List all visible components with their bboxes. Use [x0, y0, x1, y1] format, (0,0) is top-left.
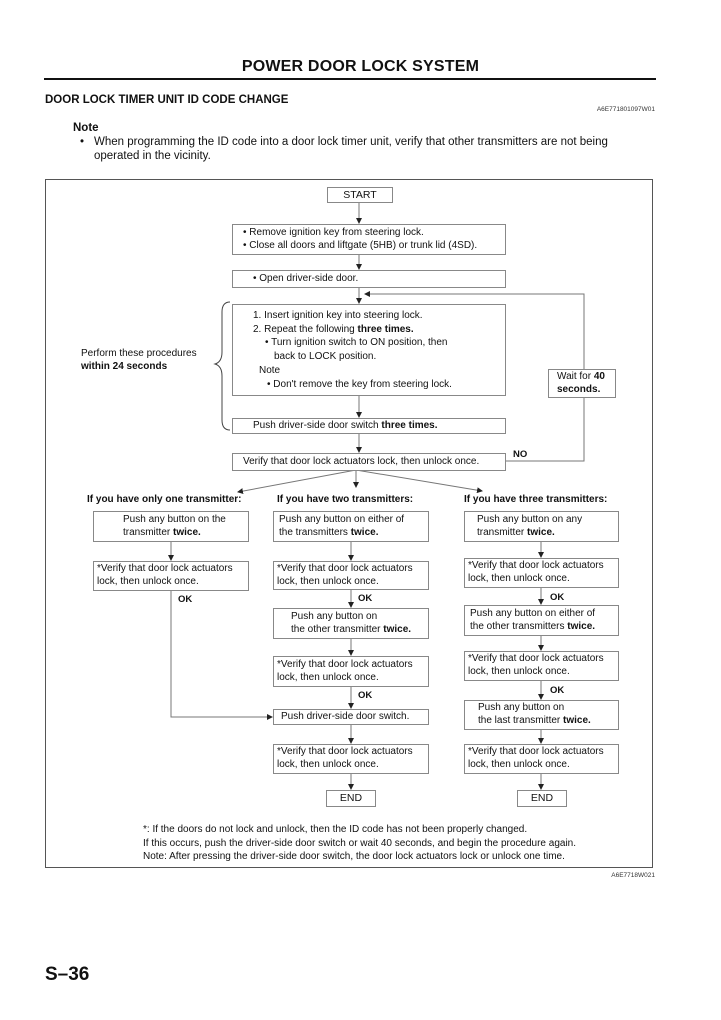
arrow-branch-three	[355, 469, 483, 494]
c2-verify2-line1: *Verify that door lock actuators	[277, 659, 413, 670]
step-turn-ignition-line: • Turn ignition switch to ON position, t…	[265, 337, 448, 348]
c1-ok-label: OK	[178, 594, 193, 605]
step-remove-key-line2: • Close all doors and liftgate (5HB) or …	[243, 239, 478, 251]
c3-push3-line2: the last transmitter	[478, 714, 564, 726]
c1-push-bold: twice.	[173, 526, 201, 538]
step-open-door-label: • Open driver-side door.	[253, 273, 359, 284]
column-heading-two-transmitters: If you have two transmitters:	[277, 494, 414, 505]
c3-verify-box-3: *Verify that door lock actuators lock, t…	[464, 744, 619, 774]
c2-push2-line2: the other transmitter	[291, 623, 384, 635]
c3-verify1-line1: *Verify that door lock actuators	[468, 560, 604, 571]
c3-end-label: END	[530, 792, 554, 804]
step-repeat-bold: three times.	[357, 323, 414, 335]
c3-push2-bold: twice.	[567, 620, 596, 632]
step-push-three-bold: three times.	[381, 420, 438, 431]
bracket-note-line1: Perform these procedures	[81, 348, 197, 359]
c3-verify-box-1: *Verify that door lock actuators lock, t…	[464, 558, 619, 588]
c3-push-other-box: Push any button on either of the other t…	[464, 605, 619, 636]
step-repeat-line: 2. Repeat the following three times.	[253, 323, 505, 337]
footnote-line3: Note: After pressing the driver-side doo…	[143, 851, 565, 862]
c3-push-line1: Push any button on any	[477, 514, 583, 525]
wait-text: Wait for	[557, 371, 594, 382]
bracket-note: Perform these procedures within 24 secon…	[81, 348, 197, 373]
step-remove-key-line1: • Remove ignition key from steering lock…	[243, 227, 424, 238]
c3-verify2-line1: *Verify that door lock actuators	[468, 653, 604, 664]
c2-verify-box-2: *Verify that door lock actuators lock, t…	[273, 656, 429, 687]
c1-verify-box: *Verify that door lock actuators lock, t…	[93, 561, 249, 591]
c3-push-bold: twice.	[527, 526, 555, 538]
step-remove-key-box: • Remove ignition key from steering lock…	[232, 224, 506, 255]
arrow-branch-one	[237, 469, 357, 495]
c2-verify3-line1: *Verify that door lock actuators	[277, 746, 413, 757]
c3-verify1-line2: lock, then unlock once.	[468, 572, 570, 584]
c3-ok-label-2: OK	[550, 685, 565, 696]
footnote-line2: If this occurs, push the driver-side doo…	[143, 837, 577, 849]
step-repeat-text: 2. Repeat the following	[253, 323, 358, 335]
start-box: START	[327, 187, 393, 203]
c2-verify2-line2: lock, then unlock once.	[277, 671, 379, 683]
step-note-label: Note	[259, 365, 281, 376]
c3-push-line2: transmitter	[477, 526, 528, 538]
wait-seconds-value: 40	[593, 371, 605, 382]
verify-main-label: Verify that door lock actuators lock, th…	[243, 456, 480, 467]
step-open-door-box: • Open driver-side door.	[232, 270, 506, 288]
c1-verify-line1: *Verify that door lock actuators	[97, 563, 233, 574]
footnote-line1: *: If the doors do not lock and unlock, …	[143, 824, 528, 835]
column-heading-three-transmitters: If you have three transmitters:	[464, 494, 608, 505]
step-push-three-times-box: Push driver-side door switch three times…	[232, 418, 506, 434]
c1-push-button-box: Push any button on the transmitter twice…	[93, 511, 249, 542]
c2-push-door-switch-box: Push driver-side door switch.	[273, 709, 429, 725]
c3-push2-line2: the other transmitters	[470, 620, 568, 632]
step-push-three-text: Push driver-side door switch	[253, 420, 382, 431]
c2-push-button-box: Push any button on either of the transmi…	[273, 511, 429, 542]
no-label: NO	[513, 449, 528, 460]
c2-push-line1: Push any button on either of	[279, 514, 405, 525]
bracket-note-line2: within 24 seconds	[81, 360, 168, 372]
c2-verify-box-1: *Verify that door lock actuators lock, t…	[273, 561, 429, 590]
flowchart-connectors	[168, 202, 585, 790]
c1-push-line2: transmitter	[123, 526, 174, 538]
c3-verify3-line1: *Verify that door lock actuators	[468, 746, 604, 757]
step-insert-key-box: 1. Insert ignition key into steering loc…	[232, 304, 506, 396]
c2-verify3-line2: lock, then unlock once.	[277, 758, 379, 770]
c2-ok-label-2: OK	[358, 690, 373, 701]
c3-verify3-line2: lock, then unlock once.	[468, 758, 570, 770]
c2-push-door-label: Push driver-side door switch.	[281, 711, 410, 722]
c2-verify1-line2: lock, then unlock once.	[277, 575, 379, 587]
c2-ok-label-1: OK	[358, 593, 373, 604]
footnote: *: If the doors do not lock and unlock, …	[143, 823, 643, 864]
c2-verify1-line1: *Verify that door lock actuators	[277, 563, 413, 574]
start-label: START	[343, 189, 377, 201]
c3-push3-bold: twice.	[563, 714, 591, 726]
c2-push-bold: twice.	[350, 526, 379, 538]
c3-push2-line1: Push any button on either of	[470, 608, 596, 619]
c3-verify2-line2: lock, then unlock once.	[468, 665, 570, 677]
step-insert-key-line1: 1. Insert ignition key into steering loc…	[253, 310, 423, 321]
wait-seconds-unit: seconds.	[557, 383, 601, 395]
step-note-text: • Don't remove the key from steering loc…	[267, 378, 452, 390]
c3-verify-box-2: *Verify that door lock actuators lock, t…	[464, 651, 619, 681]
c2-push-line2: the transmitters	[279, 526, 351, 538]
step-back-to-lock-line: back to LOCK position.	[274, 350, 377, 362]
c2-push2-line1: Push any button on	[291, 611, 378, 622]
c3-ok-label-1: OK	[550, 592, 565, 603]
c3-push-button-box: Push any button on any transmitter twice…	[464, 511, 619, 542]
c2-end-label: END	[339, 792, 363, 804]
c2-end-box: END	[326, 790, 376, 807]
column-heading-one-transmitter: If you have only one transmitter:	[87, 494, 242, 505]
c2-push-other-box: Push any button on the other transmitter…	[273, 608, 429, 639]
c3-push-last-box: Push any button on the last transmitter …	[464, 700, 619, 730]
wait-40-seconds-box: Wait for 40 seconds.	[548, 369, 616, 398]
figure-code: A6E7718W021	[611, 872, 655, 879]
verify-main-box: Verify that door lock actuators lock, th…	[232, 453, 506, 471]
c3-end-box: END	[517, 790, 567, 807]
brace-icon	[213, 301, 231, 431]
c2-push2-bold: twice.	[383, 623, 412, 635]
page-number: S–36	[45, 964, 90, 985]
c1-verify-line2: lock, then unlock once.	[97, 575, 199, 587]
c3-push3-line1: Push any button on	[478, 702, 565, 713]
arrow-c1-ok-to-door-switch	[170, 590, 273, 720]
c1-push-line1: Push any button on the	[123, 514, 226, 525]
c2-verify-box-3: *Verify that door lock actuators lock, t…	[273, 744, 429, 774]
